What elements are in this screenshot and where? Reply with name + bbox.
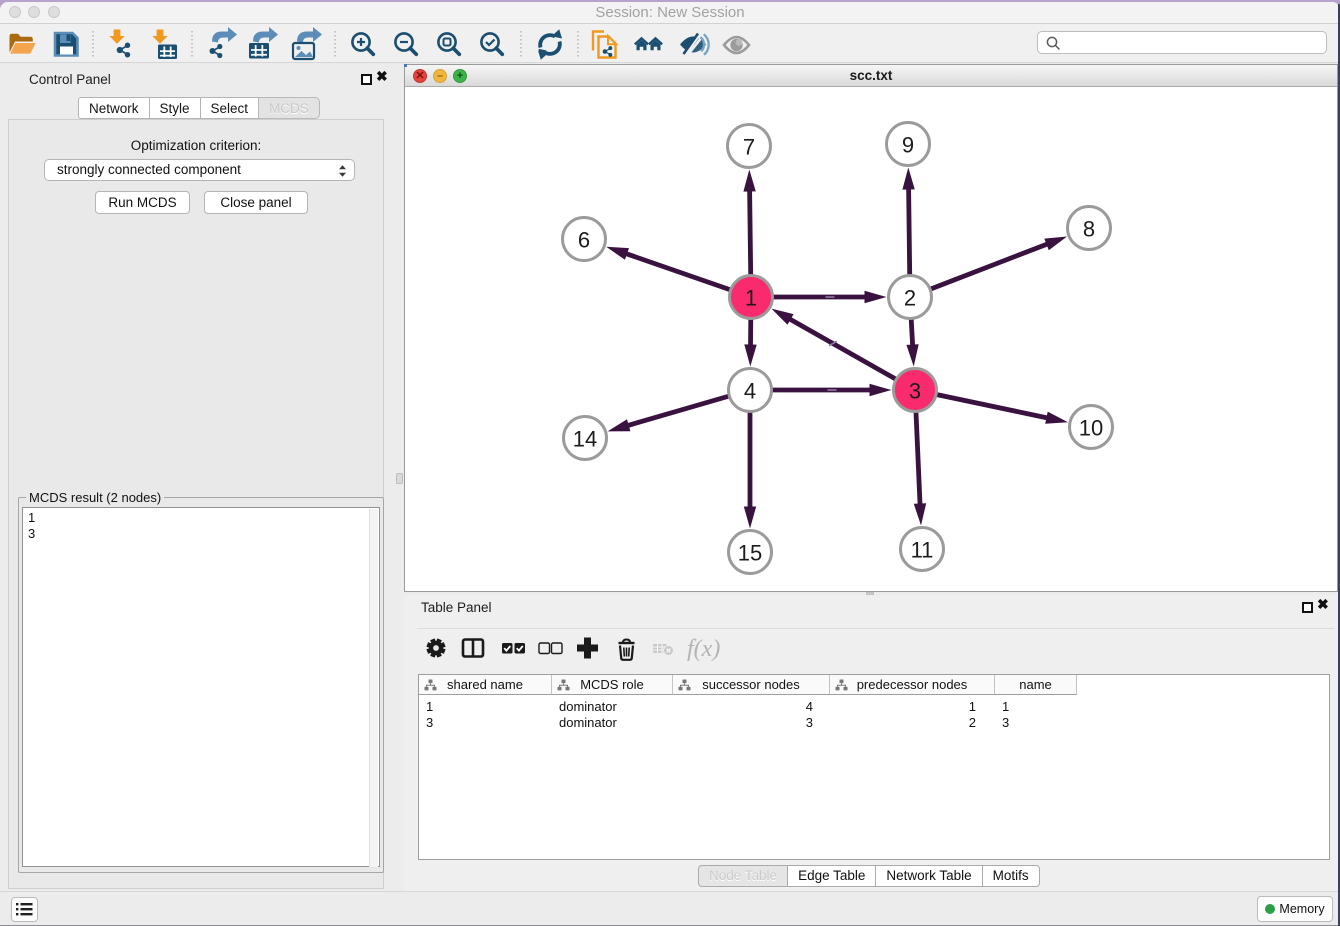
svg-text:10: 10 xyxy=(1079,416,1103,441)
svg-text:3: 3 xyxy=(909,379,921,404)
svg-text:9: 9 xyxy=(902,133,914,158)
svg-text:7: 7 xyxy=(743,135,755,160)
svg-text:4: 4 xyxy=(744,379,756,404)
svg-text:6: 6 xyxy=(578,228,590,253)
svg-text:15: 15 xyxy=(738,541,762,566)
svg-text:14: 14 xyxy=(573,427,597,452)
svg-text:8: 8 xyxy=(1083,217,1095,242)
svg-text:f(x): f(x) xyxy=(687,636,720,662)
svg-text:2: 2 xyxy=(904,286,916,311)
svg-text:1: 1 xyxy=(745,286,757,311)
svg-text:11: 11 xyxy=(911,538,934,563)
